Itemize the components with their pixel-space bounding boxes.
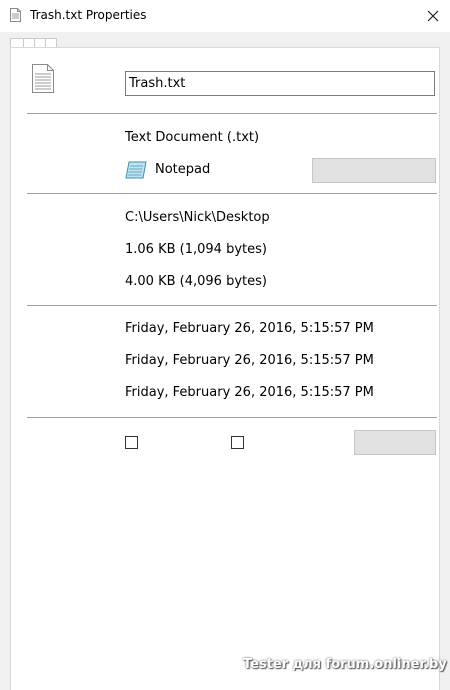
- created-value: Friday, February 26, 2016, 5:15:57 PM: [125, 321, 374, 336]
- close-button[interactable]: [416, 0, 450, 32]
- location-value: C:\Users\Nick\Desktop: [125, 210, 270, 225]
- title-bar: Trash.txt Properties: [0, 0, 450, 32]
- type-of-file-value: Text Document (.txt): [125, 130, 260, 145]
- watermark-text: Tester для forum.onliner.by: [243, 657, 447, 672]
- separator: [27, 193, 437, 194]
- separator: [27, 417, 437, 418]
- separator: [27, 305, 437, 306]
- advanced-button[interactable]: [354, 430, 436, 455]
- window-title: Trash.txt Properties: [30, 8, 147, 22]
- text-file-icon: [10, 8, 21, 22]
- text-file-icon: [32, 64, 54, 93]
- close-icon: [427, 10, 439, 22]
- size-value: 1.06 KB (1,094 bytes): [125, 242, 267, 257]
- notepad-icon: [125, 161, 147, 179]
- read-only-checkbox[interactable]: [125, 436, 138, 449]
- accessed-value: Friday, February 26, 2016, 5:15:57 PM: [125, 385, 374, 400]
- modified-value: Friday, February 26, 2016, 5:15:57 PM: [125, 353, 374, 368]
- hidden-checkbox[interactable]: [231, 436, 244, 449]
- opens-with-value: Notepad: [155, 162, 211, 177]
- change-button[interactable]: [312, 158, 436, 183]
- size-on-disk-value: 4.00 KB (4,096 bytes): [125, 274, 267, 289]
- file-name-input[interactable]: Trash.txt: [125, 71, 435, 96]
- separator: [27, 113, 437, 114]
